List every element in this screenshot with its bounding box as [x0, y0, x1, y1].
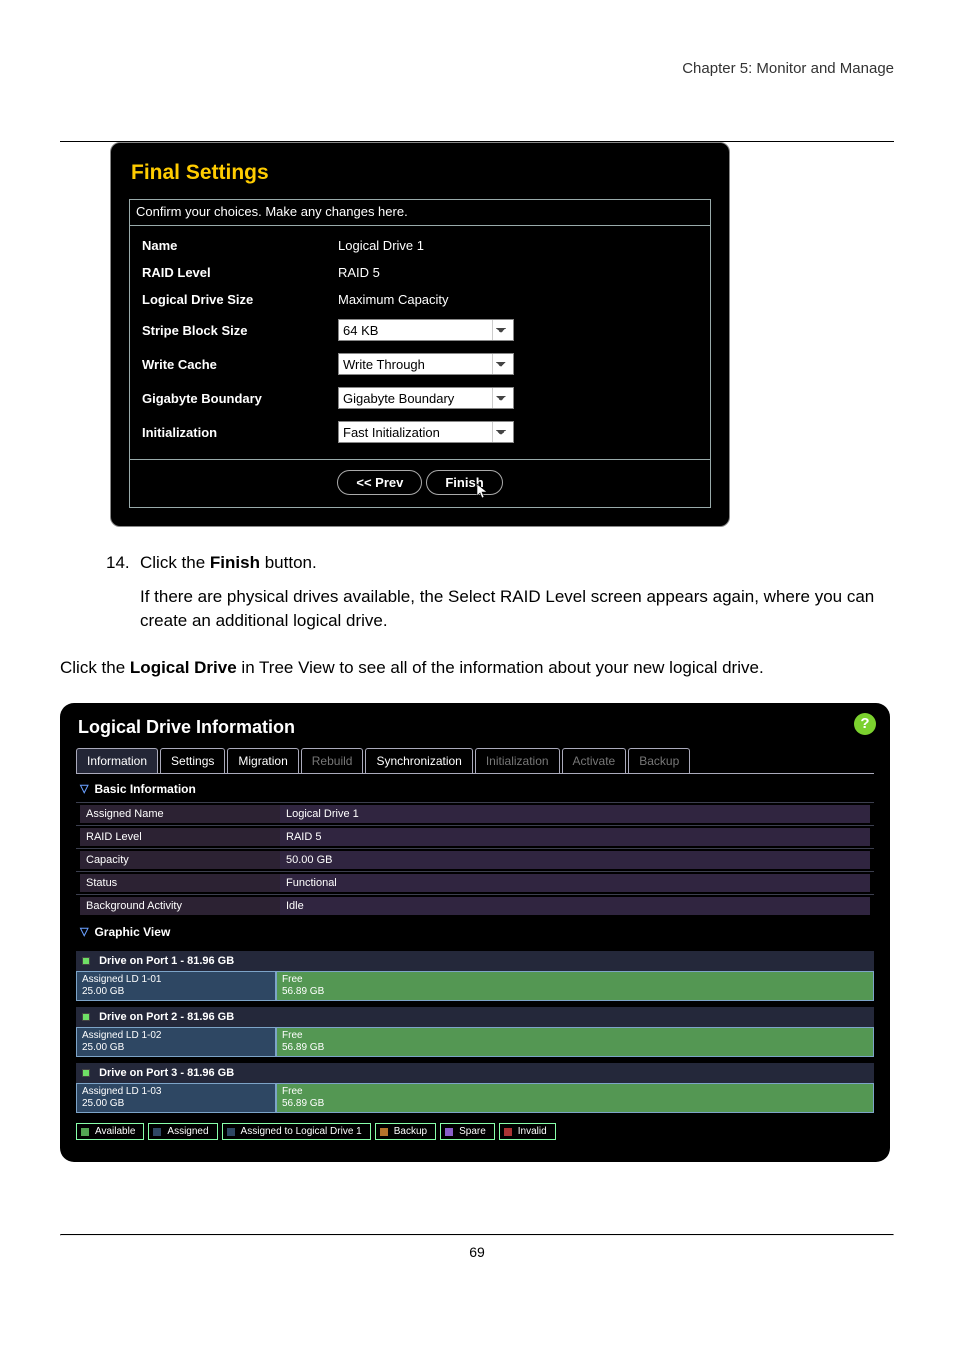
basic-info-table: Assigned Name Logical Drive 1 RAID Level…	[76, 802, 874, 917]
panel-button-row: << Prev Finish	[129, 460, 711, 508]
legend-assigned-ld1: Assigned to Logical Drive 1	[222, 1123, 371, 1140]
step-number: 14.	[106, 551, 140, 575]
tab-information[interactable]: Information	[76, 748, 158, 773]
panel-title: Final Settings	[131, 161, 711, 185]
initialization-label: Initialization	[142, 425, 338, 440]
drive-free-segment: Free 56.89 GB	[276, 1083, 874, 1113]
info-row: Status Functional	[76, 871, 874, 894]
write-cache-select[interactable]: Write Through	[338, 353, 514, 375]
legend-invalid: Invalid	[499, 1123, 556, 1140]
body-paragraph: Click the Logical Drive in Tree View to …	[60, 656, 894, 681]
info-row: Background Activity Idle	[76, 894, 874, 917]
initialization-select[interactable]: Fast Initialization	[338, 421, 514, 443]
tab-synchronization[interactable]: Synchronization	[365, 748, 472, 773]
legend-spare: Spare	[440, 1123, 495, 1140]
logical-drive-size-value: Maximum Capacity	[338, 292, 449, 307]
write-cache-label: Write Cache	[142, 357, 338, 372]
help-icon[interactable]: ?	[854, 713, 876, 735]
info-row: RAID Level RAID 5	[76, 825, 874, 848]
legend-available: Available	[76, 1123, 144, 1140]
legend-backup: Backup	[375, 1123, 436, 1140]
finish-button[interactable]: Finish	[426, 470, 502, 495]
chevron-down-icon: ▽	[80, 782, 88, 795]
prev-button[interactable]: << Prev	[337, 470, 422, 495]
graphic-view: Drive on Port 1 - 81.96 GB Assigned LD 1…	[76, 951, 874, 1140]
legend: Available Assigned Assigned to Logical D…	[76, 1123, 874, 1140]
info-row: Assigned Name Logical Drive 1	[76, 802, 874, 825]
info-key: Status	[80, 874, 280, 892]
drive-status-icon	[82, 957, 90, 965]
info-val: Logical Drive 1	[280, 805, 870, 823]
step-subtext: If there are physical drives available, …	[140, 585, 894, 634]
info-val: RAID 5	[280, 828, 870, 846]
info-key: RAID Level	[80, 828, 280, 846]
drive-row: Assigned LD 1-03 25.00 GB Free 56.89 GB	[76, 1083, 874, 1113]
info-val: Idle	[280, 897, 870, 915]
finish-button-label: Finish	[445, 475, 483, 490]
section-graphic-view: ▽ Graphic View	[76, 917, 874, 945]
footer-rule	[60, 1234, 894, 1236]
tab-initialization[interactable]: Initialization	[475, 748, 560, 773]
panel-instruction: Confirm your choices. Make any changes h…	[129, 199, 711, 225]
gigabyte-boundary-select[interactable]: Gigabyte Boundary	[338, 387, 514, 409]
drive-assigned-segment: Assigned LD 1-01 25.00 GB	[76, 971, 276, 1001]
drive-free-segment: Free 56.89 GB	[276, 971, 874, 1001]
drive-assigned-segment: Assigned LD 1-02 25.00 GB	[76, 1027, 276, 1057]
info-val: Functional	[280, 874, 870, 892]
step-text: Click the Finish button.	[140, 551, 317, 575]
logical-drive-info-panel: ? Logical Drive Information Information …	[60, 703, 890, 1162]
tab-migration[interactable]: Migration	[227, 748, 298, 773]
name-label: Name	[142, 238, 338, 253]
drive-status-icon	[82, 1013, 90, 1021]
raid-level-value: RAID 5	[338, 265, 380, 280]
info-row: Capacity 50.00 GB	[76, 848, 874, 871]
drive-port-header: Drive on Port 1 - 81.96 GB	[76, 951, 874, 971]
logical-drive-size-label: Logical Drive Size	[142, 292, 338, 307]
tab-rebuild[interactable]: Rebuild	[301, 748, 364, 773]
drive-free-segment: Free 56.89 GB	[276, 1027, 874, 1057]
tab-activate[interactable]: Activate	[562, 748, 627, 773]
drive-status-icon	[82, 1069, 90, 1077]
ld-panel-title: Logical Drive Information	[78, 717, 874, 738]
drive-port-header: Drive on Port 2 - 81.96 GB	[76, 1007, 874, 1027]
info-val: 50.00 GB	[280, 851, 870, 869]
stripe-block-size-select[interactable]: 64 KB	[338, 319, 514, 341]
name-value: Logical Drive 1	[338, 238, 424, 253]
chapter-title: Chapter 5: Monitor and Manage	[60, 60, 894, 85]
drive-row: Assigned LD 1-01 25.00 GB Free 56.89 GB	[76, 971, 874, 1001]
chevron-down-icon: ▽	[80, 925, 88, 938]
settings-form: Name Logical Drive 1 RAID Level RAID 5 L…	[129, 225, 711, 460]
tab-settings[interactable]: Settings	[160, 748, 225, 773]
final-settings-panel: Final Settings Confirm your choices. Mak…	[110, 142, 730, 527]
legend-assigned: Assigned	[148, 1123, 217, 1140]
page-number: 69	[60, 1244, 894, 1260]
raid-level-label: RAID Level	[142, 265, 338, 280]
gigabyte-boundary-label: Gigabyte Boundary	[142, 391, 338, 406]
info-key: Capacity	[80, 851, 280, 869]
drive-row: Assigned LD 1-02 25.00 GB Free 56.89 GB	[76, 1027, 874, 1057]
section-basic-information: ▽ Basic Information	[76, 774, 874, 802]
info-key: Background Activity	[80, 897, 280, 915]
drive-assigned-segment: Assigned LD 1-03 25.00 GB	[76, 1083, 276, 1113]
tab-backup[interactable]: Backup	[628, 748, 690, 773]
info-key: Assigned Name	[80, 805, 280, 823]
stripe-block-size-label: Stripe Block Size	[142, 323, 338, 338]
tab-bar: Information Settings Migration Rebuild S…	[76, 748, 874, 774]
drive-port-header: Drive on Port 3 - 81.96 GB	[76, 1063, 874, 1083]
